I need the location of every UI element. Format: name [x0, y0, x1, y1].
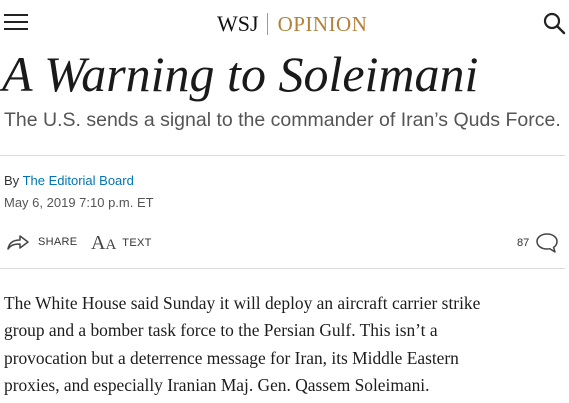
- publish-date: May 6, 2019 7:10 p.m. ET: [4, 195, 154, 210]
- wsj-logo-text: WSJ: [217, 11, 259, 36]
- body-line: provocation but a deterrence message for…: [4, 347, 459, 368]
- share-label: SHARE: [38, 236, 78, 248]
- comments-button[interactable]: 87: [517, 232, 559, 254]
- share-arrow-icon: [7, 235, 29, 250]
- hamburger-menu-icon[interactable]: [4, 12, 28, 32]
- article-dek: The U.S. sends a signal to the commander…: [4, 109, 561, 131]
- byline: By The Editorial Board: [4, 173, 134, 188]
- brand-divider: [266, 13, 268, 35]
- divider: [0, 155, 565, 156]
- byline-prefix: By: [4, 173, 20, 188]
- author-link[interactable]: The Editorial Board: [23, 173, 134, 188]
- divider: [0, 268, 565, 269]
- comment-bubble-icon: [536, 233, 558, 253]
- text-size-icon: AA: [91, 232, 117, 254]
- text-label: TEXT: [122, 237, 152, 249]
- body-line: group and a bomber task force to the Per…: [4, 320, 438, 341]
- article-body: The White House said Sunday it will depl…: [4, 290, 569, 399]
- top-navigation-bar: WSJ OPINION: [0, 0, 569, 44]
- text-size-button[interactable]: AA TEXT: [91, 233, 152, 253]
- body-line: proxies, and especially Iranian Maj. Gen…: [4, 374, 430, 395]
- article-headline: A Warning to Soleimani: [2, 46, 479, 102]
- comment-count: 87: [517, 237, 530, 249]
- share-button[interactable]: SHARE: [6, 233, 77, 251]
- body-line: The White House said Sunday it will depl…: [4, 293, 481, 313]
- section-name[interactable]: OPINION: [278, 12, 368, 37]
- search-icon[interactable]: [542, 11, 566, 35]
- brand-logo[interactable]: WSJ OPINION: [217, 10, 367, 38]
